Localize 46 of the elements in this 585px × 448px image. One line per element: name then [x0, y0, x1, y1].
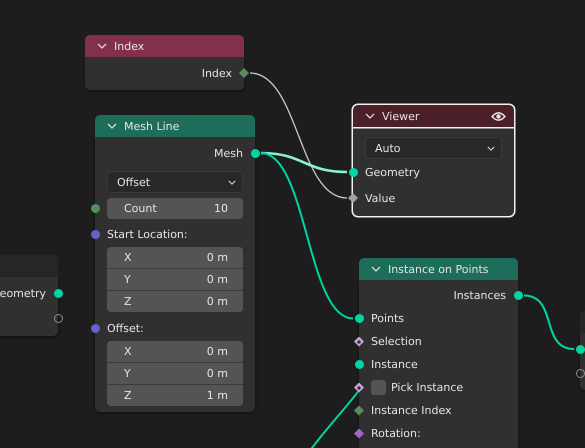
number-field[interactable]: Count 10	[107, 198, 243, 219]
eye-icon[interactable]	[491, 110, 506, 122]
dropdown[interactable]: Offset	[107, 171, 243, 193]
socket-label: Offset:	[107, 322, 144, 334]
node-title: Mesh Line	[124, 120, 180, 132]
socket-label: Points	[371, 312, 404, 325]
input-socket[interactable]	[354, 360, 364, 369]
number-field[interactable]: Y 0 m	[107, 363, 243, 384]
checkbox-label: Pick Instance	[391, 381, 464, 394]
node-title: Index	[114, 40, 146, 52]
socket-label: Rotation:	[371, 427, 421, 440]
node-background[interactable]	[85, 57, 244, 90]
socket-label: Instance	[371, 358, 418, 371]
caret-icon[interactable]	[228, 180, 236, 184]
node-title: Instance on Points	[388, 262, 490, 276]
socket-label: Value	[365, 192, 396, 204]
number-field[interactable]: Y 0 m	[107, 269, 243, 290]
chevron-icon[interactable]	[371, 266, 381, 272]
input-socket[interactable]	[90, 204, 100, 213]
socket-label: Mesh	[214, 146, 243, 160]
input-socket[interactable]	[90, 230, 100, 238]
number-field[interactable]: X 0 m	[107, 341, 243, 362]
caret-icon[interactable]	[487, 146, 495, 150]
socket-label: eometry	[0, 287, 46, 300]
input-socket[interactable]	[90, 324, 100, 332]
socket-label: Instance Index	[371, 404, 452, 417]
socket-label: Start Location:	[107, 228, 188, 240]
checkbox[interactable]	[371, 380, 386, 395]
input-socket[interactable]	[576, 368, 584, 378]
node-title: Viewer	[382, 110, 420, 122]
input-socket[interactable]	[348, 168, 358, 176]
chevron-icon[interactable]	[97, 43, 107, 49]
socket-label: Selection	[371, 335, 422, 348]
node-link	[524, 294, 574, 350]
socket-label: Geometry	[365, 166, 420, 178]
number-field[interactable]: Z 0 m	[107, 291, 243, 312]
input-socket[interactable]	[576, 344, 584, 354]
dropdown[interactable]: Auto	[365, 137, 502, 159]
chevron-icon[interactable]	[107, 123, 117, 129]
socket-label: Instances	[453, 289, 506, 302]
socket-label: Index	[202, 66, 232, 80]
output-socket[interactable]	[54, 314, 62, 323]
input-socket[interactable]	[354, 314, 364, 323]
number-field[interactable]: Z 1 m	[107, 385, 243, 406]
chevron-icon[interactable]	[365, 113, 375, 119]
number-field[interactable]: X 0 m	[107, 247, 243, 268]
